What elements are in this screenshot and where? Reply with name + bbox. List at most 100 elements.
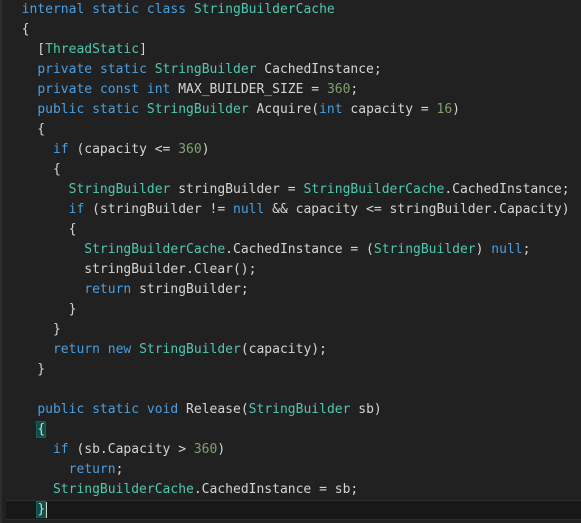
code-token-kw: if bbox=[52, 142, 69, 157]
code-line[interactable]: return stringBuilder; bbox=[6, 280, 581, 300]
code-token-kw: static bbox=[92, 2, 140, 17]
code-token-kw: static bbox=[92, 402, 140, 417]
code-token-typ: StringBuilderCache bbox=[193, 2, 335, 17]
code-token-pln: Release( bbox=[178, 402, 249, 417]
code-line[interactable]: return; bbox=[6, 460, 581, 480]
code-line[interactable]: private const int MAX_BUILDER_SIZE = 360… bbox=[6, 80, 581, 100]
code-token-kw: int bbox=[319, 102, 343, 117]
code-token-pln bbox=[6, 202, 69, 217]
code-token-pln: ) bbox=[201, 142, 210, 157]
code-token-pln: stringBuilder = bbox=[170, 182, 304, 197]
code-token-kw: null bbox=[491, 242, 523, 257]
code-token-kw: static bbox=[99, 62, 147, 77]
code-content[interactable]: internal static class StringBuilderCache… bbox=[0, 0, 581, 523]
code-token-pln bbox=[6, 502, 37, 517]
code-token-brace-hl: } bbox=[36, 501, 47, 518]
code-line[interactable]: { bbox=[6, 420, 581, 440]
code-token-pln bbox=[6, 182, 69, 197]
code-line[interactable]: StringBuilderCache.CachedInstance = sb; bbox=[6, 480, 581, 500]
code-token-kw: const bbox=[99, 82, 140, 97]
code-token-pln: .CachedInstance = ( bbox=[225, 242, 374, 257]
code-token-pln bbox=[6, 482, 53, 497]
code-token-pln: (sb.Capacity > bbox=[68, 442, 194, 457]
code-token-kw: public bbox=[37, 102, 85, 117]
code-line[interactable]: private static StringBuilder CachedInsta… bbox=[6, 60, 581, 80]
code-line[interactable]: } bbox=[6, 500, 581, 520]
code-token-pln: { bbox=[6, 122, 46, 137]
code-token-typ: StringBuilder bbox=[68, 182, 171, 197]
code-token-typ: StringBuilderCache bbox=[303, 182, 445, 197]
code-token-pln bbox=[6, 62, 37, 77]
code-token-pln bbox=[6, 2, 22, 17]
code-token-typ: StringBuilderCache bbox=[52, 482, 194, 497]
code-line[interactable]: [ThreadStatic] bbox=[6, 40, 581, 60]
code-token-kw: public bbox=[37, 402, 85, 417]
code-token-pln: capacity = bbox=[342, 102, 437, 117]
code-token-kw: class bbox=[146, 2, 187, 17]
code-token-typ: StringBuilder bbox=[248, 402, 351, 417]
code-token-pln bbox=[186, 2, 194, 17]
code-line[interactable]: return new StringBuilder(capacity); bbox=[6, 340, 581, 360]
code-token-pln bbox=[84, 102, 92, 117]
code-line[interactable]: { bbox=[6, 120, 581, 140]
code-token-pln bbox=[92, 62, 100, 77]
code-token-pln bbox=[6, 82, 37, 97]
code-line[interactable]: stringBuilder.Clear(); bbox=[6, 260, 581, 280]
code-token-num: 16 bbox=[436, 102, 453, 117]
code-token-pln: { bbox=[6, 162, 61, 177]
code-token-pln: ; bbox=[522, 242, 531, 257]
code-token-pln: Acquire( bbox=[248, 102, 320, 117]
code-token-pln: MAX_BUILDER_SIZE = bbox=[170, 82, 327, 97]
code-token-pln bbox=[6, 102, 37, 117]
code-line[interactable]: StringBuilderCache.CachedInstance = (Str… bbox=[6, 240, 581, 260]
code-line[interactable]: } bbox=[6, 320, 581, 340]
code-line[interactable]: { bbox=[6, 220, 581, 240]
code-token-pln: ] bbox=[139, 42, 147, 57]
code-token-typ: StringBuilder bbox=[139, 342, 241, 357]
code-token-pln bbox=[6, 342, 53, 357]
code-token-typ: StringBuilder bbox=[146, 102, 249, 117]
code-line[interactable]: } bbox=[6, 300, 581, 320]
code-line[interactable] bbox=[6, 380, 581, 400]
code-editor[interactable]: internal static class StringBuilderCache… bbox=[0, 0, 581, 523]
code-line[interactable]: public static void Release(StringBuilder… bbox=[6, 400, 581, 420]
code-line[interactable]: if (capacity <= 360) bbox=[6, 140, 581, 160]
code-token-pln: [ bbox=[6, 42, 46, 57]
code-token-pln: .CachedInstance; bbox=[444, 182, 570, 197]
code-token-pln: { bbox=[6, 22, 30, 37]
code-line[interactable]: if (stringBuilder != null && capacity <=… bbox=[6, 200, 581, 220]
code-token-pln bbox=[131, 342, 139, 357]
code-token-num: 360 bbox=[178, 142, 202, 157]
code-token-pln: .CachedInstance = sb; bbox=[193, 482, 359, 497]
code-token-pln: } bbox=[6, 322, 61, 337]
code-token-num: 360 bbox=[326, 82, 351, 97]
code-token-pln bbox=[6, 142, 53, 157]
code-token-pln: ) bbox=[452, 102, 460, 117]
code-line[interactable]: { bbox=[6, 160, 581, 180]
code-token-kw: private bbox=[37, 82, 93, 97]
editor-left-edge-strip bbox=[0, 0, 2, 523]
code-token-pln bbox=[84, 402, 92, 417]
code-token-pln bbox=[6, 242, 84, 257]
code-line[interactable]: } bbox=[6, 360, 581, 380]
code-line[interactable]: public static StringBuilder Acquire(int … bbox=[6, 100, 581, 120]
code-token-pln bbox=[6, 402, 37, 417]
code-token-brace-hl: { bbox=[36, 421, 47, 438]
code-token-pln: (capacity); bbox=[240, 342, 327, 357]
text-caret bbox=[46, 502, 47, 518]
code-token-pln: { bbox=[6, 222, 77, 237]
code-line[interactable]: { bbox=[6, 20, 581, 40]
code-token-kw: return bbox=[52, 342, 100, 357]
code-token-kw: return bbox=[68, 462, 116, 477]
code-token-kw: new bbox=[107, 342, 132, 357]
code-token-pln bbox=[139, 102, 147, 117]
code-line[interactable]: if (sb.Capacity > 360) bbox=[6, 440, 581, 460]
code-token-pln: stringBuilder.Clear(); bbox=[6, 262, 257, 277]
code-token-pln: && capacity <= stringBuilder.Capacity) bbox=[264, 202, 570, 217]
code-token-pln: CachedInstance; bbox=[256, 62, 382, 77]
code-line[interactable]: internal static class StringBuilderCache bbox=[6, 0, 581, 20]
code-token-kw: if bbox=[52, 442, 69, 457]
code-line[interactable]: StringBuilder stringBuilder = StringBuil… bbox=[6, 180, 581, 200]
code-token-kw: int bbox=[146, 82, 171, 97]
code-token-pln bbox=[139, 2, 147, 17]
